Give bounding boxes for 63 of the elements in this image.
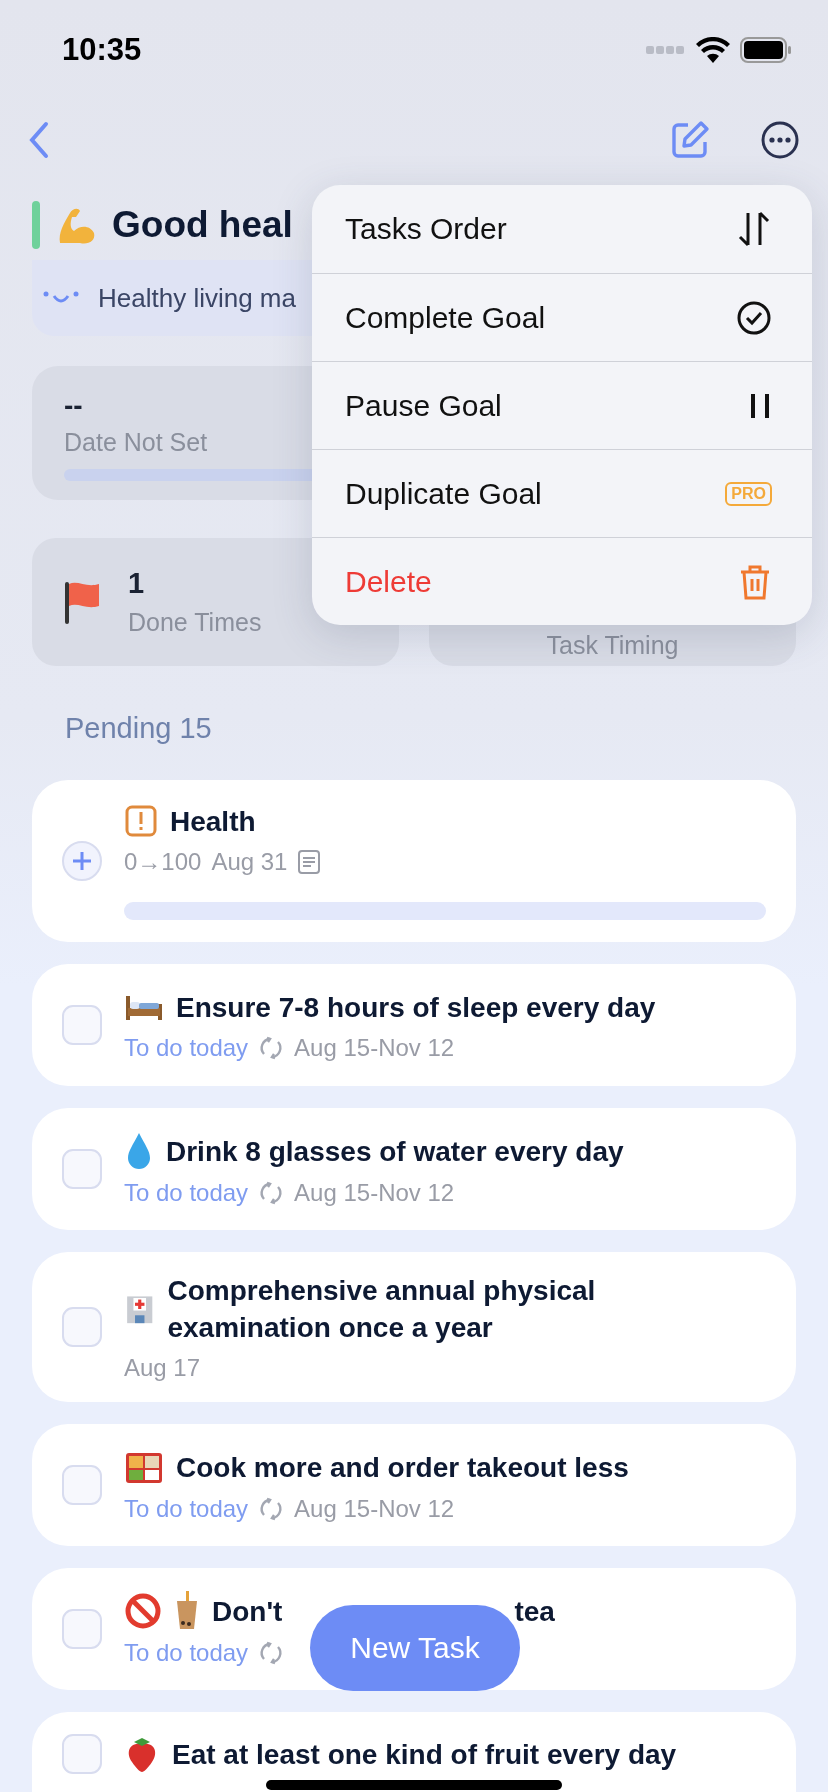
task-title: Eat at least one kind of fruit every day — [172, 1737, 677, 1772]
prohibited-icon — [124, 1592, 162, 1630]
warning-icon — [124, 804, 158, 838]
plus-icon — [71, 850, 93, 872]
task-dates: Aug 15-Nov 12 — [294, 1179, 455, 1207]
task-dates: Aug 15-Nov 12 — [294, 1033, 455, 1062]
edit-icon — [670, 120, 710, 160]
task-range: 0→100 — [124, 847, 202, 876]
task-card[interactable]: Comprehensive annual physical examination once a year Aug 17 — [32, 1252, 796, 1402]
repeat-icon — [258, 1034, 285, 1061]
battery-icon — [740, 37, 792, 63]
task-card[interactable]: Drink 8 glasses of water every day To do today Aug 15-Nov 12 — [32, 1108, 796, 1230]
task-card[interactable]: Cook more and order takeout less To do today Aug 15-Nov 12 — [32, 1424, 796, 1546]
date-label: Date Not Set — [64, 428, 209, 457]
task-checkbox[interactable] — [62, 1734, 102, 1774]
repeat-icon — [258, 1180, 285, 1206]
date-value: -- — [64, 390, 83, 422]
task-title: Health — [170, 804, 256, 839]
goal-description: Healthy living ma — [98, 282, 296, 314]
status-time: 10:35 — [62, 32, 142, 68]
repeat-icon — [258, 1496, 285, 1522]
task-title: Drink 8 glasses of water every day — [166, 1134, 624, 1169]
menu-item[interactable]: Complete Goal — [312, 273, 812, 361]
edit-button[interactable] — [670, 120, 710, 160]
task-checkbox[interactable] — [62, 1609, 102, 1649]
stat-value: 1 — [128, 567, 146, 600]
task-dates: Aug 15-Nov 12 — [294, 1495, 455, 1523]
bubble-tea-icon — [174, 1591, 200, 1631]
signal-icon — [646, 44, 686, 56]
stat-label: Task Timing — [546, 631, 679, 660]
task-checkbox[interactable] — [62, 1465, 102, 1505]
menu-item[interactable]: Pause Goal — [312, 361, 812, 449]
check-circle-icon — [736, 299, 772, 336]
task-due: To do today — [124, 1495, 249, 1523]
menu-item[interactable]: Duplicate Goal PRO — [312, 449, 812, 537]
task-due: To do today — [124, 1033, 249, 1062]
add-button[interactable] — [62, 841, 102, 881]
pro-badge: PRO — [725, 481, 772, 506]
note-icon — [297, 848, 322, 875]
task-card[interactable]: Eat at least one kind of fruit every day — [32, 1712, 796, 1792]
more-icon — [760, 120, 800, 160]
menu-item[interactable]: Tasks Order — [312, 185, 812, 273]
task-date: Aug 31 — [211, 847, 288, 876]
task-dates: Aug 17 — [124, 1354, 201, 1382]
more-button[interactable] — [760, 120, 800, 160]
task-checkbox[interactable] — [62, 1005, 102, 1045]
task-title: Don't — [212, 1594, 283, 1629]
repeat-icon — [258, 1640, 285, 1666]
goal-task-card[interactable]: Health 0→100 Aug 31 — [32, 780, 796, 942]
wifi-icon — [696, 37, 730, 63]
task-title: Cook more and order takeout less — [176, 1450, 629, 1485]
goal-color-bar — [32, 201, 40, 249]
goal-title: Good heal — [112, 204, 293, 246]
task-title: Comprehensive annual physical examination once a year — [167, 1274, 597, 1345]
menu-item[interactable]: Delete — [312, 537, 812, 625]
task-checkbox[interactable] — [62, 1307, 102, 1347]
stat-label: Done Times — [128, 608, 262, 637]
task-card[interactable]: Ensure 7-8 hours of sleep every day To do today Aug 15-Nov 12 — [32, 964, 796, 1086]
task-due: To do today — [124, 1179, 249, 1207]
task-checkbox[interactable] — [62, 1149, 102, 1189]
task-title: Ensure 7-8 hours of sleep every day — [176, 990, 656, 1025]
task-due: To do today — [124, 1639, 249, 1667]
section-title: Pending 15 — [65, 712, 213, 746]
